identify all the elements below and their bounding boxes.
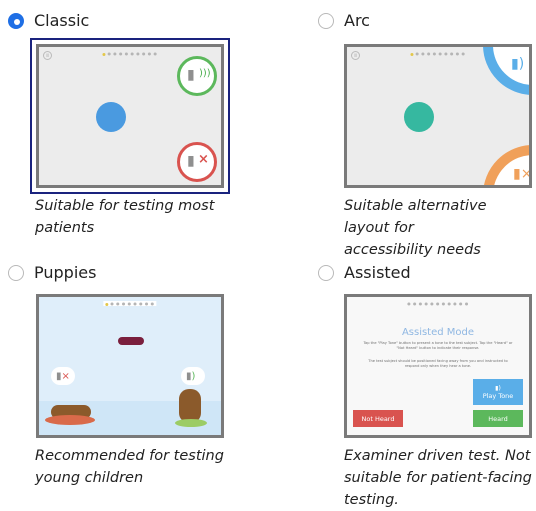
classic-ball <box>96 102 126 132</box>
progress-dots: ● ● ● ● ● ● ● ● ● ● ● <box>407 301 469 306</box>
not-heard-button: Not Heard <box>353 410 403 427</box>
play-tone-label: Play Tone <box>482 391 514 400</box>
heard-label: Heard <box>488 414 508 423</box>
puppy-mat <box>45 415 95 425</box>
assisted-instructions: Tap the "Play Tone" button to present a … <box>363 341 513 350</box>
play-tone-button: ▮) Play Tone <box>473 379 523 405</box>
pause-icon: II <box>43 51 52 60</box>
progress-dots: ● ● ● ● ● ● ● ● <box>103 301 157 306</box>
speaker-heard-icon: ▮ <box>187 67 195 83</box>
heard-button-ring <box>177 56 217 96</box>
speaker-muted-icon: ▮ <box>187 153 195 169</box>
puppy-mat-green <box>175 419 207 427</box>
bone-icon <box>118 337 144 345</box>
heard-button: Heard <box>473 410 523 427</box>
speaker-muted-icon: ▮× <box>513 166 532 182</box>
assisted-mode-title: Assisted Mode <box>401 327 475 338</box>
arc-radio[interactable] <box>318 12 334 29</box>
puppy-sitting-icon <box>179 389 201 423</box>
progress-dots: ● ● ● ● ● ● ● ● ● <box>410 51 465 56</box>
progress-dots: ● ● ● ● ● ● ● ● ● <box>102 51 157 56</box>
not-heard-button-ring <box>177 142 217 182</box>
option-arc[interactable]: Arc II ● ● ● ● ● ● ● ● ● ▮) ▮× Suitable … <box>300 0 536 258</box>
classic-label: Classic <box>34 11 90 30</box>
classic-preview[interactable]: II ● ● ● ● ● ● ● ● ● ▮ ))) ▮ × <box>36 44 224 188</box>
puppies-preview[interactable]: ● ● ● ● ● ● ● ● ▮× ▮) <box>36 294 224 438</box>
classic-radio-row[interactable]: Classic <box>8 11 89 30</box>
speaker-heard-icon: ▮) <box>511 56 525 72</box>
cross-icon: × <box>198 152 209 167</box>
assisted-radio-row[interactable]: Assisted <box>318 263 411 282</box>
option-puppies[interactable]: Puppies ● ● ● ● ● ● ● ● ▮× ▮) Recommende… <box>0 255 260 504</box>
puppies-radio-row[interactable]: Puppies <box>8 263 96 282</box>
option-classic[interactable]: Classic II ● ● ● ● ● ● ● ● ● ▮ ))) ▮ × S… <box>0 0 260 250</box>
sound-waves-icon: ))) <box>199 68 211 79</box>
heard-arc <box>483 47 529 95</box>
arc-radio-row[interactable]: Arc <box>318 11 370 30</box>
assisted-note: The test subject should be positioned fa… <box>368 359 508 368</box>
puppies-radio[interactable] <box>8 264 24 281</box>
classic-description: Suitable for testing most patients <box>35 198 215 236</box>
arc-ball <box>404 102 434 132</box>
option-assisted[interactable]: Assisted ● ● ● ● ● ● ● ● ● ● ● Assisted … <box>300 255 536 508</box>
arc-description: Suitable alternative layout for accessib… <box>344 198 487 258</box>
not-heard-label: Not Heard <box>361 414 395 423</box>
assisted-description: Examiner driven test. Not suitable for p… <box>344 448 532 508</box>
speaker-heard-icon: ▮) <box>186 371 196 382</box>
speaker-muted-icon: ▮× <box>56 371 70 382</box>
assisted-label: Assisted <box>344 263 411 282</box>
arc-preview[interactable]: II ● ● ● ● ● ● ● ● ● ▮) ▮× <box>344 44 532 188</box>
arc-label: Arc <box>344 11 370 30</box>
assisted-preview[interactable]: ● ● ● ● ● ● ● ● ● ● ● Assisted Mode Tap … <box>344 294 532 438</box>
puppies-label: Puppies <box>34 263 97 282</box>
assisted-radio[interactable] <box>318 264 334 281</box>
puppies-description: Recommended for testing young children <box>35 448 224 486</box>
speaker-icon: ▮) <box>495 384 501 392</box>
pause-icon: II <box>351 51 360 60</box>
classic-radio[interactable] <box>8 12 24 29</box>
